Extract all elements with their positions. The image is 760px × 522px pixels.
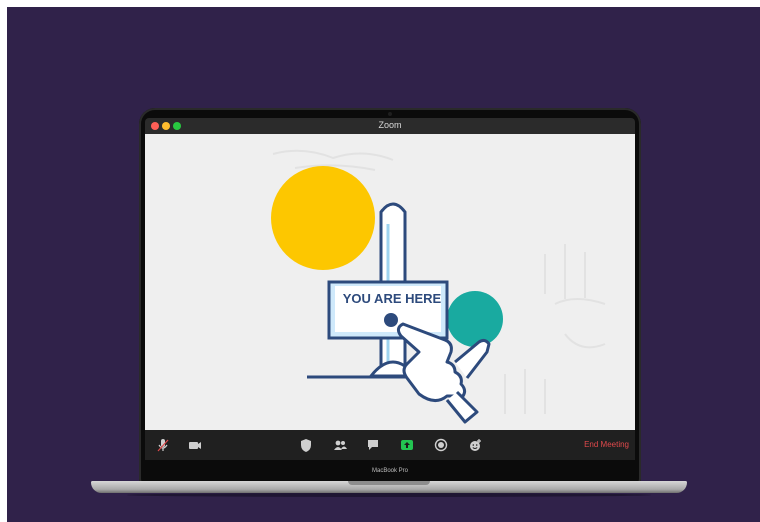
laptop-notch xyxy=(348,481,430,485)
record-icon xyxy=(434,438,448,452)
chat-icon xyxy=(368,440,378,450)
video-button[interactable] xyxy=(187,437,203,453)
chat-button[interactable] xyxy=(365,437,381,453)
shield-icon xyxy=(301,439,311,452)
record-button[interactable] xyxy=(433,437,449,453)
teal-circle xyxy=(447,291,503,347)
meeting-toolbar: End Meeting xyxy=(145,430,635,460)
page-background: Zoom YOU ARE HERE End Meeting MacBook Pr… xyxy=(7,7,760,522)
sign-text: YOU ARE HERE xyxy=(343,291,442,306)
camera-icon xyxy=(388,112,392,116)
window-title: Zoom xyxy=(378,120,402,130)
end-meeting-button[interactable]: End Meeting xyxy=(584,440,629,449)
mic-icon xyxy=(157,439,169,452)
shared-screen: YOU ARE HERE xyxy=(145,134,635,430)
reactions-button[interactable] xyxy=(467,437,483,453)
security-button[interactable] xyxy=(298,437,314,453)
share-screen-button[interactable] xyxy=(399,437,415,453)
laptop-shadow xyxy=(127,493,651,497)
video-camera-icon xyxy=(189,442,201,449)
share-screen-icon xyxy=(401,440,413,450)
laptop-base xyxy=(91,481,687,493)
participants-icon xyxy=(334,440,347,450)
window-titlebar: Zoom xyxy=(145,118,635,134)
device-model-label: MacBook Pro xyxy=(371,468,408,474)
location-dot xyxy=(384,313,398,327)
laptop-frame: Zoom YOU ARE HERE End Meeting MacBook Pr… xyxy=(139,108,641,485)
mic-button[interactable] xyxy=(155,437,171,453)
yellow-circle xyxy=(271,166,375,270)
participants-button[interactable] xyxy=(332,437,348,453)
reactions-icon xyxy=(470,439,481,451)
you-are-here-illustration: YOU ARE HERE xyxy=(271,149,606,424)
